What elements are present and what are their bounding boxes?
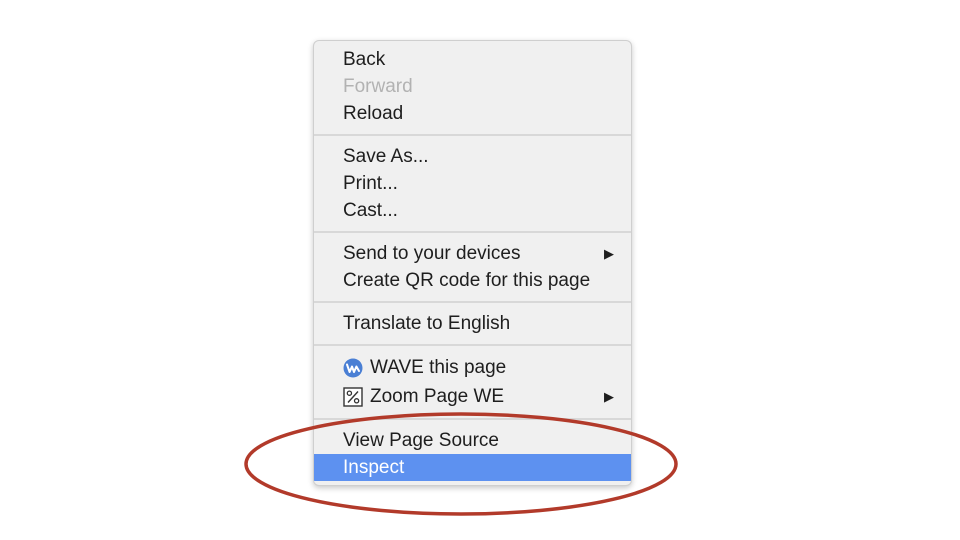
menu-item-cast[interactable]: Cast... — [314, 197, 631, 224]
menu-item-label: View Page Source — [343, 430, 499, 451]
menu-item-label: Zoom Page WE — [370, 386, 505, 407]
menu-item-print[interactable]: Print... — [314, 170, 631, 197]
menu-separator — [314, 231, 631, 233]
menu-item-label: Back — [343, 49, 386, 70]
submenu-arrow-icon: ▶ — [604, 246, 614, 261]
menu-item-label: WAVE this page — [370, 357, 507, 378]
menu-item-save-as[interactable]: Save As... — [314, 143, 631, 170]
menu-item-back[interactable]: Back — [314, 46, 631, 73]
menu-item-zoom-page-we[interactable]: Zoom Page WE ▶ — [314, 382, 631, 411]
menu-item-label: Cast... — [343, 200, 398, 221]
zoom-percent-icon — [343, 386, 363, 407]
menu-separator — [314, 418, 631, 420]
menu-item-label: Translate to English — [343, 313, 511, 334]
menu-item-inspect[interactable]: Inspect — [314, 454, 631, 481]
menu-item-wave[interactable]: WAVE this page — [314, 353, 631, 382]
menu-separator — [314, 134, 631, 136]
wave-icon — [343, 358, 363, 378]
menu-item-label: Inspect — [343, 457, 405, 478]
screenshot-canvas: Back Forward Reload Save As... Print... … — [0, 0, 960, 540]
menu-item-view-page-source[interactable]: View Page Source — [314, 427, 631, 454]
menu-item-label: Send to your devices — [343, 243, 521, 264]
menu-item-create-qr-code[interactable]: Create QR code for this page — [314, 267, 631, 294]
menu-item-label: Save As... — [343, 146, 429, 167]
menu-item-label: Reload — [343, 103, 404, 124]
menu-item-forward: Forward — [314, 73, 631, 100]
menu-separator — [314, 344, 631, 346]
menu-item-label: Create QR code for this page — [343, 270, 591, 291]
menu-item-send-to-devices[interactable]: Send to your devices ▶ — [314, 240, 631, 267]
menu-item-reload[interactable]: Reload — [314, 100, 631, 127]
menu-separator — [314, 301, 631, 303]
menu-item-translate[interactable]: Translate to English — [314, 310, 631, 337]
browser-context-menu: Back Forward Reload Save As... Print... … — [313, 40, 632, 486]
menu-item-label: Forward — [343, 76, 413, 97]
submenu-arrow-icon: ▶ — [604, 389, 614, 404]
menu-item-label: Print... — [343, 173, 398, 194]
